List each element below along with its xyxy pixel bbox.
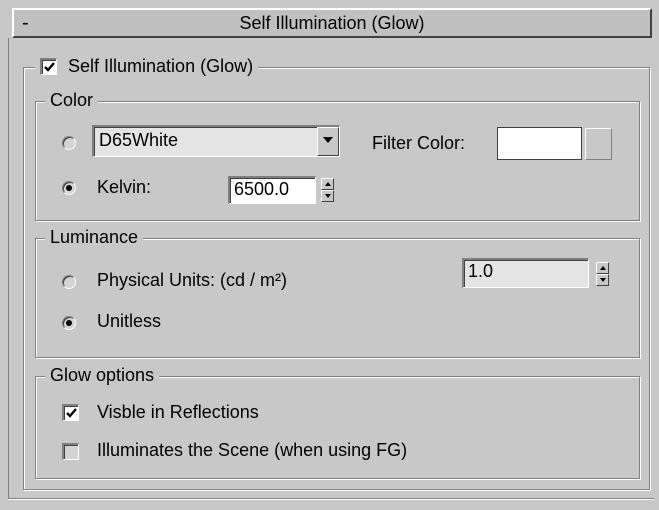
physical-units-radio[interactable] xyxy=(62,275,76,289)
glow-options-legend: Glow options xyxy=(45,365,160,386)
physical-units-label: Physical Units: (cd / m²) xyxy=(97,270,288,290)
color-preset-dropdown[interactable]: D65White xyxy=(92,125,340,157)
filter-color-map-button[interactable] xyxy=(585,128,612,160)
self-illum-checkbox[interactable] xyxy=(40,58,57,75)
luminance-spinner[interactable] xyxy=(596,262,609,286)
rollout-border xyxy=(8,38,11,500)
spinner-down-icon[interactable] xyxy=(596,274,609,286)
radio-dot-icon xyxy=(66,320,72,326)
checkmark-icon xyxy=(44,62,55,72)
kelvin-input[interactable]: 6500.0 xyxy=(228,176,316,204)
self-illum-legend: Self Illumination (Glow) xyxy=(35,56,259,82)
illuminates-scene-label: Illuminates the Scene (when using FG) xyxy=(97,440,408,460)
preset-radio[interactable] xyxy=(62,136,76,150)
chevron-down-icon xyxy=(323,137,333,143)
color-preset-value: D65White xyxy=(99,130,179,150)
visible-in-reflections-checkbox[interactable] xyxy=(62,404,79,421)
spinner-down-icon[interactable] xyxy=(321,190,334,202)
kelvin-value: 6500.0 xyxy=(234,179,290,199)
dropdown-arrow-button[interactable] xyxy=(317,127,339,156)
illuminates-scene-checkbox[interactable] xyxy=(62,443,79,460)
rollout-header[interactable]: - Self Illumination (Glow) xyxy=(12,8,652,38)
self-illum-label: Self Illumination (Glow) xyxy=(68,56,254,76)
glow-options-group xyxy=(35,376,640,479)
visible-in-reflections-label: Visble in Reflections xyxy=(97,402,259,422)
checkmark-icon xyxy=(66,408,77,418)
luminance-value: 1.0 xyxy=(468,261,494,281)
radio-dot-icon xyxy=(66,185,72,191)
unitless-label: Unitless xyxy=(97,311,162,331)
filter-color-label: Filter Color: xyxy=(372,133,466,153)
filter-color-swatch[interactable] xyxy=(497,127,582,160)
luminance-group xyxy=(35,238,640,358)
kelvin-spinner[interactable] xyxy=(321,178,334,202)
spinner-up-icon[interactable] xyxy=(321,178,334,190)
color-legend: Color xyxy=(45,90,99,111)
rollout-title: Self Illumination (Glow) xyxy=(239,13,425,33)
panel-bottom-edge xyxy=(8,498,654,499)
unitless-radio[interactable] xyxy=(62,316,76,330)
kelvin-label: Kelvin: xyxy=(97,177,152,197)
color-group xyxy=(35,101,640,221)
spinner-up-icon[interactable] xyxy=(596,262,609,274)
luminance-legend: Luminance xyxy=(45,227,144,248)
kelvin-radio[interactable] xyxy=(62,181,76,195)
luminance-input[interactable]: 1.0 xyxy=(462,258,589,288)
